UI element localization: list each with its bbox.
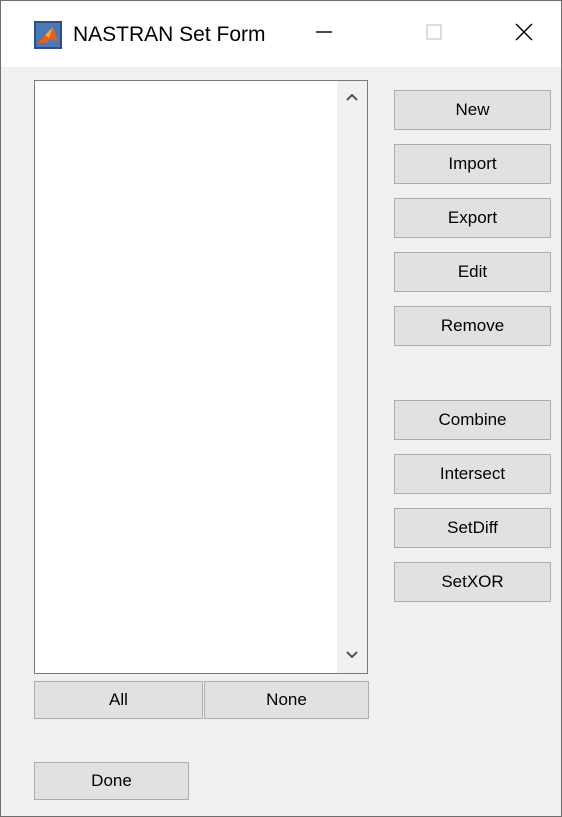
chevron-up-icon: [345, 89, 359, 107]
maximize-button[interactable]: [399, 1, 469, 67]
remove-button[interactable]: Remove: [394, 306, 551, 346]
export-button[interactable]: Export: [394, 198, 551, 238]
matlab-icon: [34, 21, 62, 49]
select-all-button[interactable]: All: [34, 681, 203, 719]
scroll-down-button[interactable]: [337, 641, 367, 671]
new-button[interactable]: New: [394, 90, 551, 130]
window-title: NASTRAN Set Form: [73, 23, 266, 46]
nastran-set-form-window: NASTRAN Set Form New Import Export Edit …: [0, 0, 562, 817]
setxor-button[interactable]: SetXOR: [394, 562, 551, 602]
chevron-down-icon: [345, 647, 359, 665]
listbox-scrollbar[interactable]: [337, 81, 367, 673]
maximize-icon: [424, 22, 444, 47]
intersect-button[interactable]: Intersect: [394, 454, 551, 494]
done-button[interactable]: Done: [34, 762, 189, 800]
import-button[interactable]: Import: [394, 144, 551, 184]
minimize-icon: [314, 22, 334, 47]
set-listbox[interactable]: [34, 80, 368, 674]
close-button[interactable]: [489, 1, 559, 67]
setdiff-button[interactable]: SetDiff: [394, 508, 551, 548]
scroll-up-button[interactable]: [337, 83, 367, 113]
combine-button[interactable]: Combine: [394, 400, 551, 440]
title-bar[interactable]: NASTRAN Set Form: [1, 1, 561, 67]
close-icon: [513, 21, 535, 48]
minimize-button[interactable]: [289, 1, 359, 67]
select-none-button[interactable]: None: [204, 681, 369, 719]
edit-button[interactable]: Edit: [394, 252, 551, 292]
